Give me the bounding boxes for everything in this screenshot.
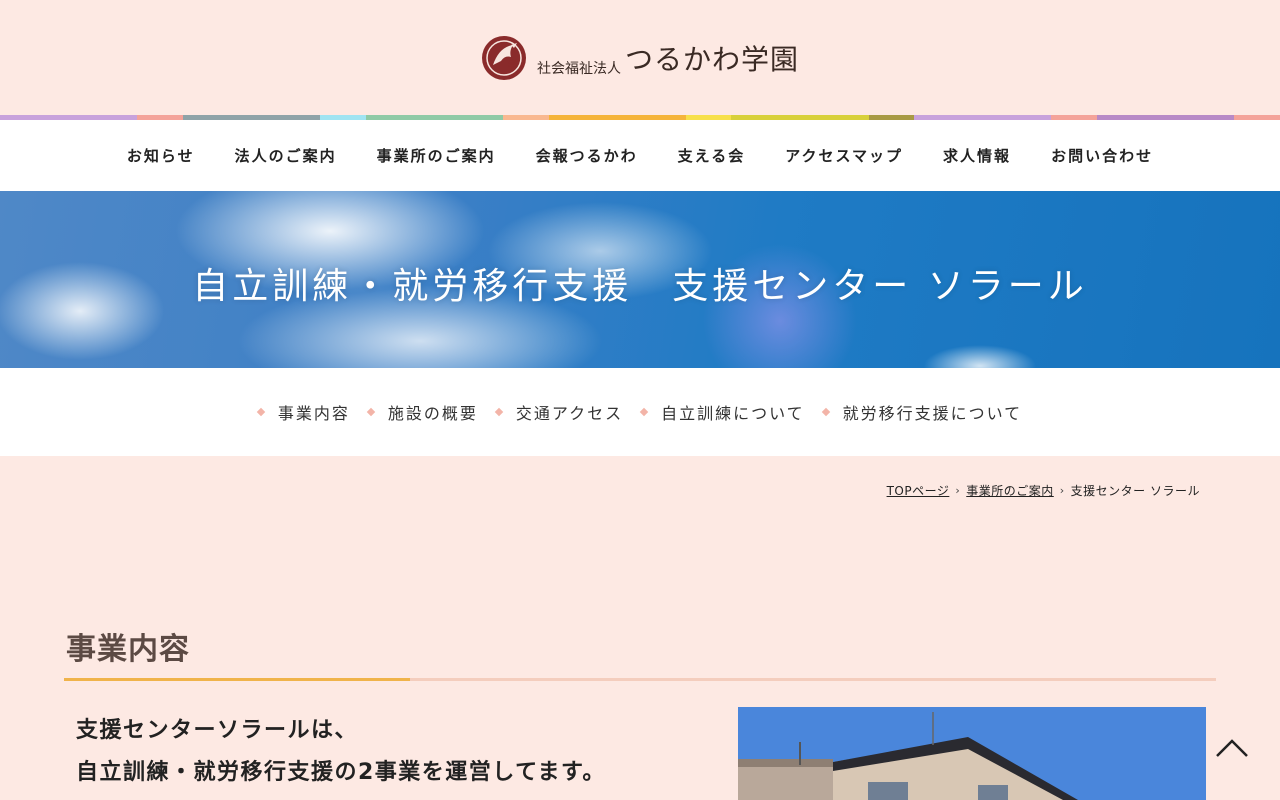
nav-item-newsletter[interactable]: 会報つるかわ	[516, 145, 658, 166]
subnav-item-overview[interactable]: 施設の概要	[366, 400, 478, 424]
chevron-right-icon: ›	[1059, 484, 1065, 497]
nav-item-facilities[interactable]: 事業所のご案内	[357, 145, 516, 166]
back-to-top-button[interactable]	[1212, 732, 1252, 766]
rainbow-segment	[685, 115, 732, 120]
site-header: 学 社会福祉法人 つるかわ学園	[0, 0, 1280, 115]
breadcrumb-current: 支援センター ソラール	[1070, 484, 1200, 498]
nav-item-corporation[interactable]: 法人のご案内	[215, 145, 357, 166]
logo-title: つるかわ学園	[624, 42, 799, 76]
diamond-icon	[639, 407, 649, 417]
diamond-icon	[256, 407, 266, 417]
diamond-icon	[366, 407, 376, 417]
subnav-item-independence-training[interactable]: 自立訓練について	[639, 400, 805, 424]
site-logo[interactable]: 学 社会福祉法人 つるかわ学園	[481, 35, 799, 81]
chevron-right-icon: ›	[955, 484, 961, 497]
intro-line: 支援センターソラールは、	[76, 718, 359, 743]
rainbow-segment	[137, 115, 183, 120]
subnav-item-business[interactable]: 事業内容	[256, 400, 350, 424]
section-heading: 事業内容	[64, 624, 1216, 681]
intro-line: 自立訓練・就労移行支援の2事業を運営してます。	[76, 760, 606, 785]
rainbow-segment	[320, 115, 366, 120]
nav-item-recruit[interactable]: 求人情報	[923, 145, 1031, 166]
nav-item-support-group[interactable]: 支える会	[658, 145, 766, 166]
hero-banner: 自立訓練・就労移行支援 支援センター ソラール	[0, 191, 1280, 368]
rainbow-segment	[548, 115, 686, 120]
rainbow-segment	[1097, 115, 1235, 120]
rainbow-segment	[914, 115, 1052, 120]
rainbow-segment	[1234, 115, 1280, 120]
breadcrumb: TOPページ › 事業所のご案内 › 支援センター ソラール	[887, 482, 1200, 499]
rainbow-segment	[1051, 115, 1098, 120]
intro-text: 支援センターソラールは、 自立訓練・就労移行支援の2事業を運営してます。	[76, 710, 606, 794]
chevron-up-icon	[1216, 739, 1248, 757]
diamond-icon	[821, 407, 830, 417]
rainbow-divider	[0, 115, 1280, 120]
nav-item-contact[interactable]: お問い合わせ	[1031, 145, 1173, 166]
section-title: 事業内容	[66, 632, 190, 667]
logo-subtitle: 社会福祉法人	[536, 60, 621, 77]
subnav-item-access[interactable]: 交通アクセス	[494, 400, 623, 424]
section-underline	[64, 678, 1216, 681]
rainbow-segment	[0, 115, 138, 120]
nav-item-access-map[interactable]: アクセスマップ	[765, 145, 923, 166]
breadcrumb-link-facilities[interactable]: 事業所のご案内	[966, 482, 1054, 499]
crane-logo-icon: 学	[481, 35, 527, 81]
rainbow-segment	[182, 115, 320, 120]
breadcrumb-link-top[interactable]: TOPページ	[887, 482, 950, 499]
svg-text:学: 学	[508, 59, 517, 71]
nav-item-news[interactable]: お知らせ	[107, 145, 215, 166]
global-nav: お知らせ 法人のご案内 事業所のご案内 会報つるかわ 支える会 アクセスマップ …	[0, 120, 1280, 191]
sub-nav: 事業内容 施設の概要 交通アクセス 自立訓練について 就労移行支援について	[0, 368, 1280, 456]
subnav-item-employment-support[interactable]: 就労移行支援について	[821, 400, 1023, 424]
facility-photo	[738, 707, 1206, 800]
rainbow-segment	[731, 115, 869, 120]
page-title: 自立訓練・就労移行支援 支援センター ソラール	[192, 266, 1088, 307]
rainbow-segment	[868, 115, 915, 120]
rainbow-segment	[365, 115, 503, 120]
diamond-icon	[494, 407, 504, 417]
rainbow-segment	[502, 115, 549, 120]
